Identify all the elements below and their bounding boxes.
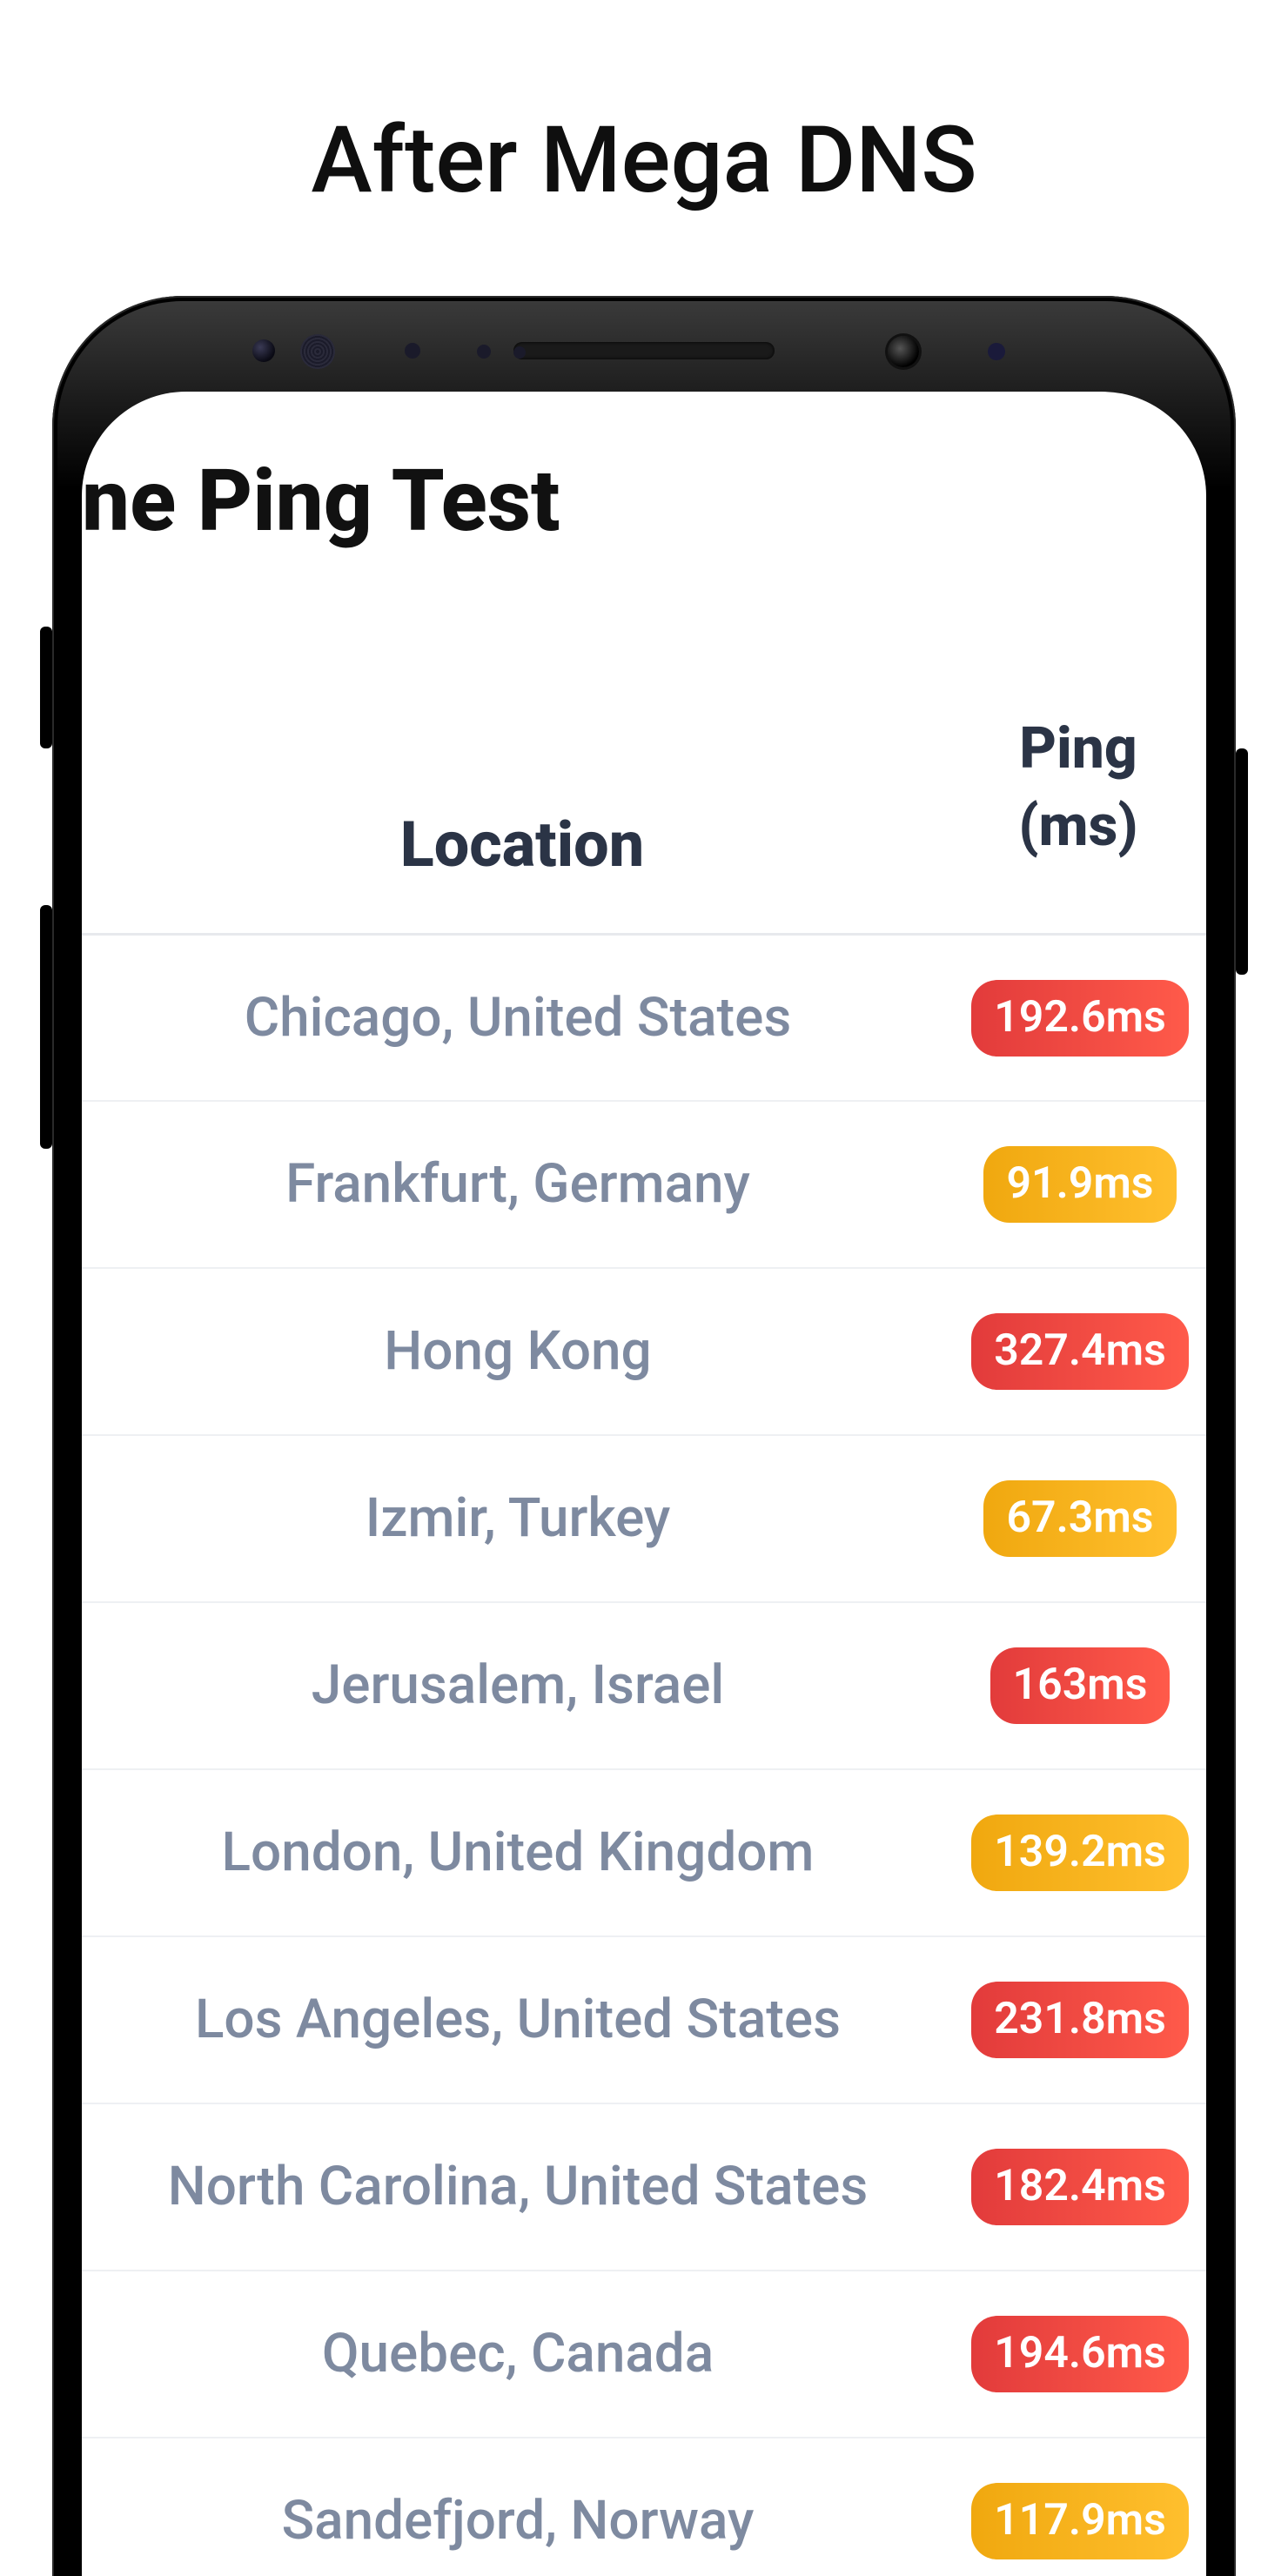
side-button-left-2 [40,905,52,1149]
table-row: Quebec, Canada194.6ms [82,2270,1206,2437]
side-button-left-1 [40,627,52,748]
app-store-screenshot: After Mega DNS ne Ping Test Location Pin… [0,0,1288,2576]
table-header: Location Ping (ms) [82,661,1206,914]
phone-screen: ne Ping Test Location Ping (ms) Chicago,… [82,392,1206,2576]
table-row: Izmir, Turkey 67.3ms [82,1434,1206,1601]
side-button-right [1236,748,1248,975]
table-row: Chicago, United States192.6ms [82,933,1206,1100]
ping-badge: 117.9ms [971,2483,1189,2559]
ping-cell: 182.4ms [954,2149,1206,2225]
location-cell: Chicago, United States [82,984,954,1052]
sensor-dot [513,346,526,359]
column-header-ping: Ping (ms) [954,710,1206,865]
phone-frame: ne Ping Test Location Ping (ms) Chicago,… [52,296,1236,2576]
location-cell: Los Angeles, United States [82,1986,954,2054]
ping-badge: 231.8ms [971,1982,1189,2058]
page-title: ne Ping Test [82,451,560,551]
ping-badge: 194.6ms [971,2316,1189,2392]
ping-cell: 231.8ms [954,1982,1206,2058]
ping-cell: 327.4ms [954,1313,1206,1390]
front-camera-icon [888,336,919,367]
ping-cell: 139.2ms [954,1815,1206,1891]
location-cell: Frankfurt, Germany [82,1150,954,1218]
table-row: North Carolina, United States182.4ms [82,2103,1206,2270]
sensor-dot [405,343,420,359]
ping-cell: 67.3ms [954,1480,1206,1557]
location-cell: Sandefjord, Norway [82,2487,954,2555]
table-row: Frankfurt, Germany 91.9ms [82,1100,1206,1267]
column-header-location: Location [82,694,954,882]
table-row: Hong Kong 327.4ms [82,1267,1206,1434]
ping-cell: 163ms [954,1647,1206,1724]
table-row: London, United Kingdom139.2ms [82,1768,1206,1935]
table-row: Jerusalem, Israel 163ms [82,1601,1206,1768]
marketing-headline: After Mega DNS [0,106,1288,214]
column-header-ping-line2: (ms) [954,788,1203,865]
location-cell: Hong Kong [82,1318,954,1385]
table-row: Sandefjord, Norway117.9ms [82,2437,1206,2576]
speaker-grill-icon [513,342,775,359]
ping-badge: 139.2ms [971,1815,1189,1891]
location-cell: London, United Kingdom [82,1819,954,1887]
ping-badge: 192.6ms [971,980,1189,1057]
ping-cell: 194.6ms [954,2316,1206,2392]
iris-sensor-icon [300,334,335,369]
sensor-dot [477,345,491,359]
column-header-ping-line1: Ping [954,710,1203,788]
sensor-dot [252,339,275,362]
ping-badge: 182.4ms [971,2149,1189,2225]
table-body[interactable]: Chicago, United States192.6msFrankfurt, … [82,933,1206,2576]
ping-badge: 327.4ms [971,1313,1189,1390]
location-cell: North Carolina, United States [82,2153,954,2221]
ping-badge: 91.9ms [983,1146,1176,1223]
ping-cell: 192.6ms [954,980,1206,1057]
ping-cell: 117.9ms [954,2483,1206,2559]
ping-badge: 163ms [990,1647,1171,1724]
location-cell: Quebec, Canada [82,2320,954,2388]
ping-test-page: ne Ping Test Location Ping (ms) Chicago,… [82,392,1206,2576]
location-cell: Jerusalem, Israel [82,1652,954,1720]
sensor-dot [988,343,1005,360]
table-row: Los Angeles, United States231.8ms [82,1935,1206,2103]
sensor-bar [52,329,1236,372]
ping-badge: 67.3ms [983,1480,1176,1557]
location-cell: Izmir, Turkey [82,1485,954,1553]
ping-cell: 91.9ms [954,1146,1206,1223]
